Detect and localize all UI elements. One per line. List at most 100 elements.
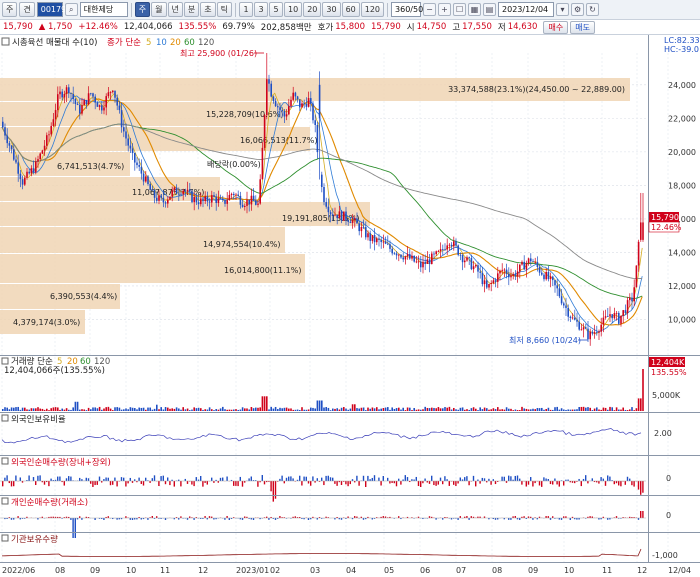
buy-button[interactable]: 매수 [543, 20, 569, 34]
calendar-icon[interactable]: ▤ [483, 3, 497, 16]
interval-button-120[interactable]: 120 [360, 2, 385, 17]
candle-body [114, 90, 116, 98]
foreign-net-bar [642, 481, 644, 493]
candle-body [327, 206, 330, 213]
foreign-net-bar [395, 481, 398, 487]
foreign-net-bar [514, 475, 516, 481]
candle-body [554, 280, 556, 286]
date-axis-label: 11 [160, 566, 170, 575]
volume-bar [470, 408, 473, 411]
candle-body [83, 100, 85, 106]
volume-bar [244, 408, 246, 411]
foreign-net-bar [420, 481, 422, 487]
volume-bar [376, 407, 378, 411]
volume-bar [613, 410, 616, 411]
period-button-1[interactable]: 월 [151, 2, 167, 17]
search-icon[interactable]: ⌕ [64, 3, 78, 16]
foreign-net-bar [481, 477, 483, 481]
candle-body [521, 261, 523, 265]
candle-body [541, 272, 543, 275]
sell-button[interactable]: 매도 [570, 20, 595, 34]
bid-price: 15,790 [370, 22, 401, 32]
chart-area[interactable]: 33,374,588(23.1%)(24,450.00 ~ 22,889.00)… [0, 35, 700, 577]
candle-body [259, 179, 261, 204]
divider [130, 2, 132, 17]
candle-body [274, 100, 277, 107]
volume-bar [620, 409, 622, 411]
foreign-net-bar [549, 481, 552, 485]
checkbox-icon[interactable]: ☐ [453, 3, 467, 16]
candle-body [211, 195, 213, 203]
interval-button-1[interactable]: 1 [239, 2, 253, 17]
period-button-2[interactable]: 년 [167, 2, 183, 17]
candle-body [63, 94, 66, 98]
date-input[interactable]: 2023/12/04 [498, 2, 555, 17]
stock-code-input[interactable]: 001790 [36, 2, 71, 17]
foreign-net-title: 외국인순매수량(장내+장외) [11, 457, 111, 468]
interval-button-60[interactable]: 60 [341, 2, 360, 17]
pin-icon[interactable]: ▾ [556, 3, 570, 16]
candle-body [266, 79, 268, 116]
period-button-3[interactable]: 분 [183, 2, 200, 17]
bar-count-input[interactable]: 360/500 [391, 2, 428, 17]
candle-body [136, 162, 138, 166]
interval-button-5[interactable]: 5 [269, 2, 283, 17]
volume-bar [358, 408, 360, 411]
volume-bar [626, 410, 629, 411]
candle-body [248, 199, 250, 205]
zoom-out-icon[interactable]: − [423, 3, 437, 16]
candle-body [574, 317, 576, 320]
interval-button-20[interactable]: 20 [303, 2, 322, 17]
date-axis-label: 12/04 [668, 566, 691, 575]
interval-button-10[interactable]: 10 [284, 2, 303, 17]
candle-body [475, 265, 477, 267]
candle-body [543, 274, 545, 280]
grid-icon[interactable]: ▦ [468, 3, 482, 16]
foreign-net-bar [615, 481, 618, 484]
individual-net-bar [125, 516, 127, 518]
mode-select[interactable]: 견 [19, 2, 35, 17]
refresh-icon[interactable]: ↻ [586, 3, 600, 16]
foreign-net-bar [6, 475, 8, 481]
foreign-net-bar [138, 477, 140, 481]
volume-bar [103, 408, 105, 411]
price-axis-label: 22,000 [668, 114, 696, 123]
candle-body [499, 270, 501, 274]
candle-body [369, 233, 371, 241]
volume-bar [191, 409, 193, 411]
settings-icon[interactable]: ⚙ [571, 3, 585, 16]
volume-profile-label: 33,374,588(23.1%)(24,450.00 ~ 22,889.00) [448, 85, 625, 94]
individual-net-bar [129, 518, 131, 520]
volume-bar [28, 409, 30, 411]
date-axis-label: 07 [456, 566, 466, 575]
foreign-net-bar [57, 476, 59, 481]
interval-button-30[interactable]: 30 [322, 2, 341, 17]
period-button-5[interactable]: 틱 [216, 2, 232, 17]
candle-body [316, 125, 319, 153]
candle-body [191, 191, 193, 203]
price-axis-label: 18,000 [668, 181, 696, 190]
candle-body [389, 244, 391, 249]
foreign-net-bar [547, 479, 549, 481]
individual-net-bar [74, 518, 76, 538]
stock-name-field[interactable]: 대한제당 [79, 2, 128, 17]
period-button-4[interactable]: 초 [200, 2, 216, 17]
zoom-in-icon[interactable]: + [438, 3, 452, 16]
candle-body [536, 261, 539, 268]
candle-body [109, 91, 112, 93]
candle-body [376, 238, 378, 243]
individual-net-bar [340, 518, 343, 520]
volume-bar [279, 407, 281, 411]
volume-bar [175, 407, 178, 411]
current-price: 15,790 [3, 22, 33, 32]
interval-button-3[interactable]: 3 [254, 2, 268, 17]
volume-bar [200, 408, 202, 411]
period-button-0[interactable]: 주 [134, 2, 151, 17]
market-select[interactable]: 주 [2, 2, 18, 17]
volume-profile-label: 6,741,513(4.7%) [57, 162, 124, 171]
stock-chart-canvas[interactable]: 33,374,588(23.1%)(24,450.00 ~ 22,889.00)… [0, 35, 700, 577]
candle-body [193, 197, 195, 203]
volume-bar [472, 407, 475, 411]
individual-net-bar [72, 518, 74, 538]
volume-bar [510, 408, 512, 411]
